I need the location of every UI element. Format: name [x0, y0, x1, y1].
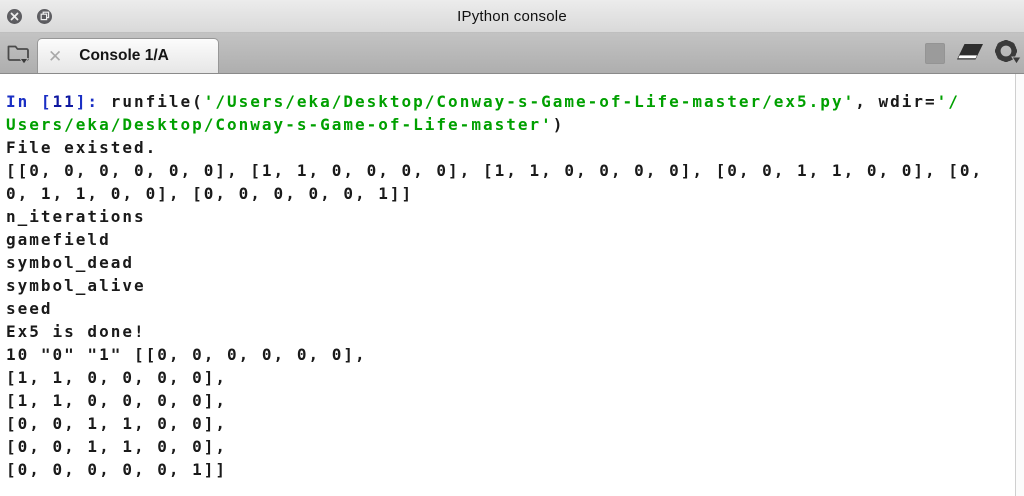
eraser-icon — [957, 44, 983, 60]
console-line: seed — [6, 299, 53, 318]
console-line: [[0, 0, 0, 0, 0, 0], [1, 1, 0, 0, 0, 0],… — [6, 161, 984, 180]
console-line: File existed. — [6, 138, 158, 157]
console-line: [1, 1, 0, 0, 0, 0], — [6, 391, 228, 410]
console-line: gamefield — [6, 230, 111, 249]
console-line: symbol_dead — [6, 253, 134, 272]
folder-browse-tabs-icon — [7, 45, 29, 65]
options-menu-button[interactable] — [995, 40, 1021, 66]
console-area: In [11]: runfile('/Users/eka/Desktop/Con… — [0, 74, 1024, 496]
console-line: Ex5 is done! — [6, 322, 146, 341]
console-line: [0, 0, 1, 1, 0, 0], — [6, 437, 228, 456]
tab-label: Console 1/A — [79, 47, 169, 64]
console-line: [0, 0, 1, 1, 0, 0], — [6, 414, 228, 433]
clear-console-button[interactable] — [956, 43, 984, 63]
ipython-console-pane: IPython console ✕ Console 1/A In [11]: r… — [0, 0, 1024, 496]
console-line: [0, 0, 0, 0, 0, 1]] — [6, 460, 228, 479]
console-line: n_iterations — [6, 207, 146, 226]
gear-options-icon — [995, 40, 1021, 65]
tab-console-1a[interactable]: ✕ Console 1/A — [37, 38, 219, 73]
pane-title: IPython console — [457, 7, 567, 25]
tabbar-actions — [925, 33, 1021, 73]
browse-tabs-button[interactable] — [0, 33, 37, 73]
console-line: 10 "0" "1" [[0, 0, 0, 0, 0, 0], — [6, 345, 367, 364]
vertical-scrollbar[interactable] — [1015, 74, 1024, 496]
console-line: Users/eka/Desktop/Conway-s-Game-of-Life-… — [6, 115, 565, 134]
console-line: [1, 1, 0, 0, 0, 0], — [6, 368, 228, 387]
tab-close-icon[interactable]: ✕ — [48, 48, 62, 65]
stop-command-button[interactable] — [925, 42, 945, 64]
console-line: symbol_alive — [6, 276, 146, 295]
console-line: In [11]: runfile('/Users/eka/Desktop/Con… — [6, 92, 960, 111]
console-line: 0, 1, 1, 0, 0], [0, 0, 0, 0, 0, 1]] — [6, 184, 414, 203]
console-tabbar: ✕ Console 1/A — [0, 33, 1024, 74]
pane-titlebar: IPython console — [0, 0, 1024, 33]
console-output[interactable]: In [11]: runfile('/Users/eka/Desktop/Con… — [0, 74, 1015, 496]
